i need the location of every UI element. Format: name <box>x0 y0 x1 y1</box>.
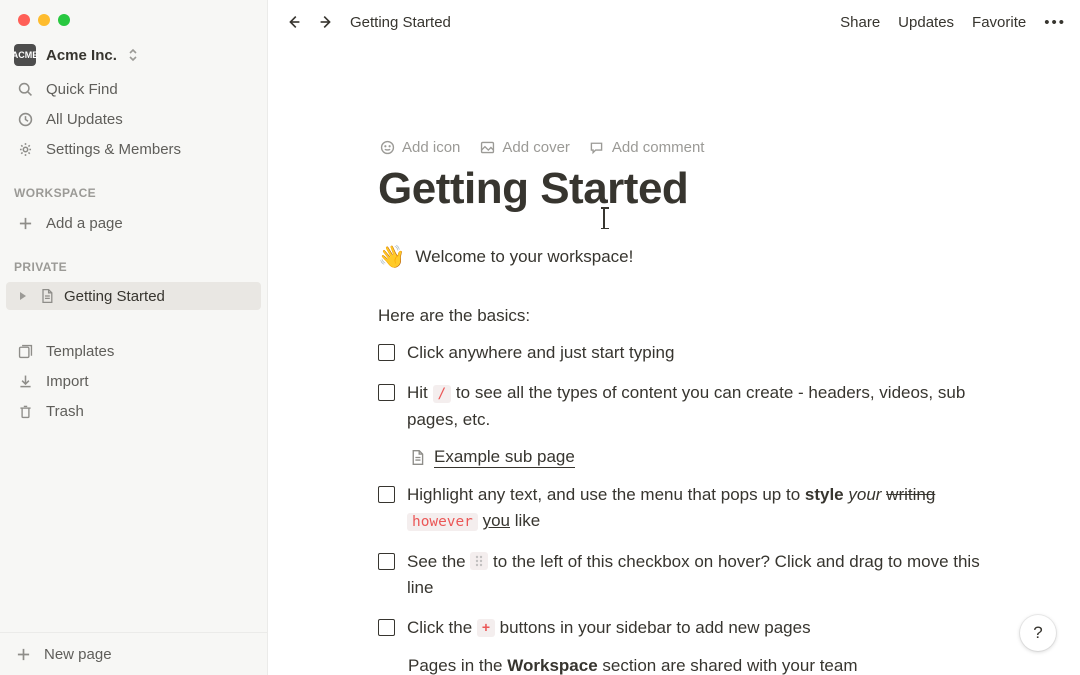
checkbox[interactable] <box>378 384 395 401</box>
breadcrumb[interactable]: Getting Started <box>350 14 451 31</box>
emoji-icon <box>378 138 396 156</box>
basics-heading[interactable]: Here are the basics: <box>378 306 984 326</box>
wave-emoji: 👋 <box>378 244 405 270</box>
page-title[interactable]: Getting Started <box>378 164 984 214</box>
todo-item[interactable]: Click the + buttons in your sidebar to a… <box>378 615 984 641</box>
comment-icon <box>588 138 606 156</box>
checkbox[interactable] <box>378 619 395 636</box>
sidebar-page-label: Getting Started <box>64 288 165 305</box>
clock-icon <box>16 110 34 128</box>
todo-item[interactable]: See the to the left of this checkbox on … <box>378 549 984 602</box>
sidebar: ACME Acme Inc. Quick Find All Updates <box>0 0 268 675</box>
page-icon <box>38 287 56 305</box>
arrow-left-icon <box>285 13 303 31</box>
todo-list: Highlight any text, and use the menu tha… <box>378 482 984 642</box>
workspace-switcher[interactable]: ACME Acme Inc. <box>0 34 267 70</box>
import-label: Import <box>46 373 89 390</box>
add-icon-button[interactable]: Add icon <box>378 138 460 156</box>
add-page-workspace[interactable]: Add a page <box>6 208 261 238</box>
window-close-button[interactable] <box>18 14 30 26</box>
window-minimize-button[interactable] <box>38 14 50 26</box>
sub-page-label: Example sub page <box>434 447 575 468</box>
nav-back-button[interactable] <box>282 10 306 34</box>
add-comment-button[interactable]: Add comment <box>588 138 705 156</box>
add-page-label: Add a page <box>46 215 123 232</box>
workspace-name: Acme Inc. <box>46 47 117 64</box>
settings-members-label: Settings & Members <box>46 141 181 158</box>
window-controls <box>0 0 267 34</box>
sidebar-section-workspace: WORKSPACE <box>0 168 267 204</box>
page-icon <box>408 449 426 467</box>
arrow-right-icon <box>317 13 335 31</box>
image-icon <box>478 138 496 156</box>
templates[interactable]: Templates <box>6 336 261 366</box>
chevron-up-down-icon <box>127 48 139 62</box>
page-content[interactable]: Add icon Add cover Add comment Getting S… <box>268 44 1080 675</box>
checkbox[interactable] <box>378 553 395 570</box>
share-button[interactable]: Share <box>840 14 880 31</box>
help-button[interactable]: ? <box>1020 615 1056 651</box>
text-cursor <box>603 208 605 228</box>
todo-item[interactable]: Highlight any text, and use the menu tha… <box>378 482 984 535</box>
topbar: Getting Started Share Updates Favorite •… <box>268 0 1080 44</box>
add-cover-button[interactable]: Add cover <box>478 138 570 156</box>
page-action-row: Add icon Add cover Add comment <box>378 138 984 156</box>
all-updates[interactable]: All Updates <box>6 104 261 134</box>
main-area: Getting Started Share Updates Favorite •… <box>268 0 1080 675</box>
sidebar-section-private: PRIVATE <box>0 242 267 278</box>
all-updates-label: All Updates <box>46 111 123 128</box>
plus-icon <box>16 214 34 232</box>
plus-chip-icon: + <box>477 619 495 637</box>
cutoff-text[interactable]: Pages in the Workspace section are share… <box>378 656 984 675</box>
templates-label: Templates <box>46 343 114 360</box>
favorite-button[interactable]: Favorite <box>972 14 1026 31</box>
plus-icon <box>14 645 32 663</box>
nav-forward-button[interactable] <box>314 10 338 34</box>
more-menu-button[interactable]: ••• <box>1044 15 1066 30</box>
gear-icon <box>16 140 34 158</box>
drag-handle-icon <box>470 552 488 570</box>
new-page-button[interactable]: New page <box>0 632 267 675</box>
search-icon <box>16 80 34 98</box>
settings-members[interactable]: Settings & Members <box>6 134 261 164</box>
templates-icon <box>16 342 34 360</box>
workspace-badge: ACME <box>14 44 36 66</box>
sub-page-link[interactable]: Example sub page <box>408 447 984 468</box>
inline-code: / <box>433 385 452 403</box>
todo-item[interactable]: Hit / to see all the types of content yo… <box>378 380 984 433</box>
page-toggle-icon[interactable] <box>18 291 30 301</box>
welcome-text[interactable]: 👋 Welcome to your workspace! <box>378 244 984 270</box>
new-page-label: New page <box>44 646 112 663</box>
sidebar-page-getting-started[interactable]: Getting Started <box>6 282 261 310</box>
quick-find[interactable]: Quick Find <box>6 74 261 104</box>
download-icon <box>16 372 34 390</box>
checkbox[interactable] <box>378 486 395 503</box>
trash-label: Trash <box>46 403 84 420</box>
updates-button[interactable]: Updates <box>898 14 954 31</box>
trash[interactable]: Trash <box>6 396 261 426</box>
checkbox[interactable] <box>378 344 395 361</box>
todo-item[interactable]: Click anywhere and just start typing <box>378 340 984 366</box>
quick-find-label: Quick Find <box>46 81 118 98</box>
import[interactable]: Import <box>6 366 261 396</box>
inline-code: however <box>407 513 478 531</box>
trash-icon <box>16 402 34 420</box>
todo-list: Click anywhere and just start typing Hit… <box>378 340 984 433</box>
window-zoom-button[interactable] <box>58 14 70 26</box>
